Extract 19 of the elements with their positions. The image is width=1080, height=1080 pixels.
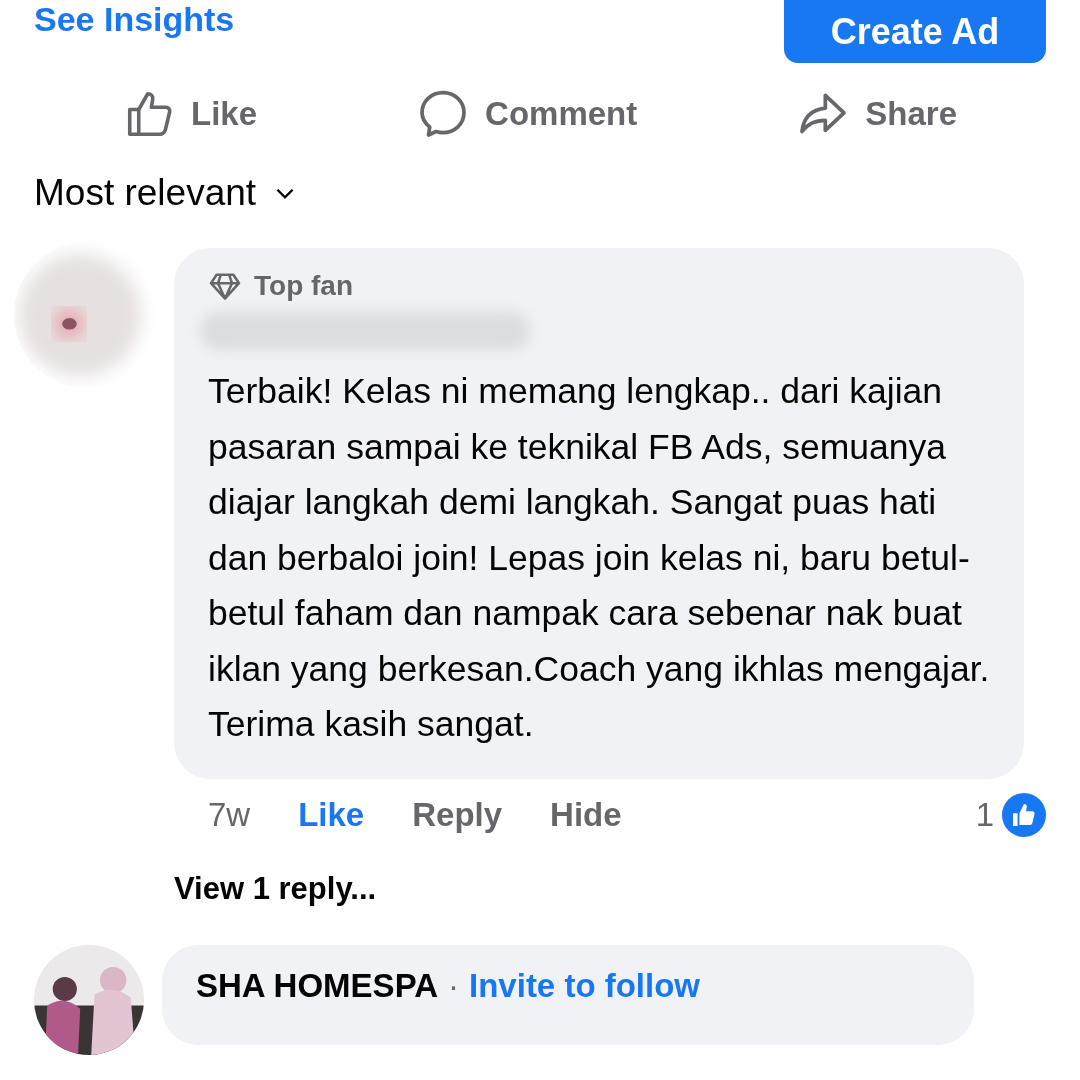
top-fan-label: Top fan (254, 270, 353, 302)
comment-text: Terbaik! Kelas ni memang lengkap.. dari kajian pasaran sampai ke teknikal FB Ads, semuanya diajar langkah demi langkah. Sangat puas hati dan berbaloi join! Lepas join kelas ni, baru betul-betul faham dan nampak cara sebenar nak buat iklan yang berkesan.Coach yang ikhlas mengajar. Terima kasih sangat. (208, 370, 991, 746)
share-button[interactable]: Share (795, 86, 957, 142)
separator: · (448, 966, 460, 1005)
diamond-icon (208, 272, 242, 300)
reaction-count: 1 (975, 795, 994, 834)
create-ad-button[interactable]: Create Ad (784, 0, 1046, 63)
reply-link[interactable]: Reply (412, 795, 503, 834)
sort-dropdown[interactable]: Most relevant (34, 172, 299, 214)
hide-link[interactable]: Hide (550, 795, 622, 834)
see-insights-link[interactable]: See Insights (34, 0, 235, 39)
invite-to-follow-link[interactable]: Invite to follow (469, 966, 700, 1005)
like-button[interactable]: Like (123, 87, 258, 141)
like-link[interactable]: Like (298, 795, 365, 834)
comment-time: 7w (208, 795, 251, 834)
comment-button[interactable]: Comment (415, 86, 638, 142)
view-replies-link[interactable]: View 1 reply... (174, 870, 1046, 907)
comment-author[interactable]: SHA HOMESPA (196, 966, 439, 1005)
like-reaction-icon (1002, 792, 1046, 837)
